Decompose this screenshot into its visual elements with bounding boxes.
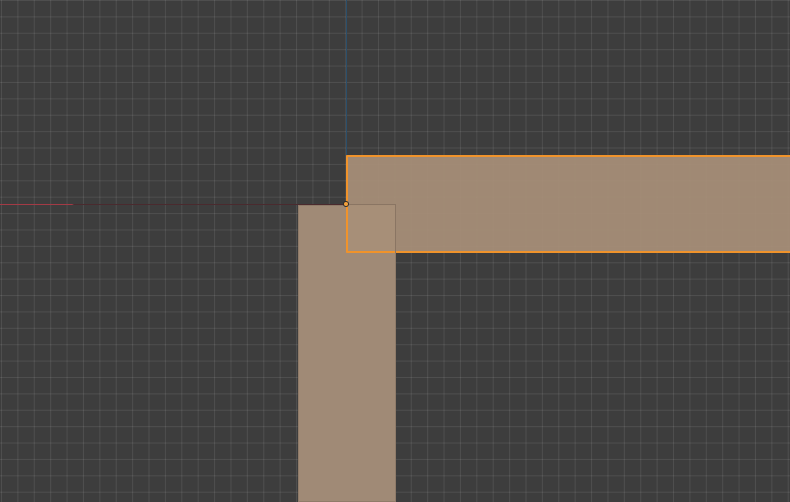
- object-origin-point[interactable]: [343, 201, 349, 207]
- overlap-edge-outline: [346, 204, 396, 253]
- x-axis-line: [0, 204, 347, 205]
- horizontal-block-object-selected[interactable]: [346, 155, 790, 253]
- viewport-canvas[interactable]: [0, 0, 790, 502]
